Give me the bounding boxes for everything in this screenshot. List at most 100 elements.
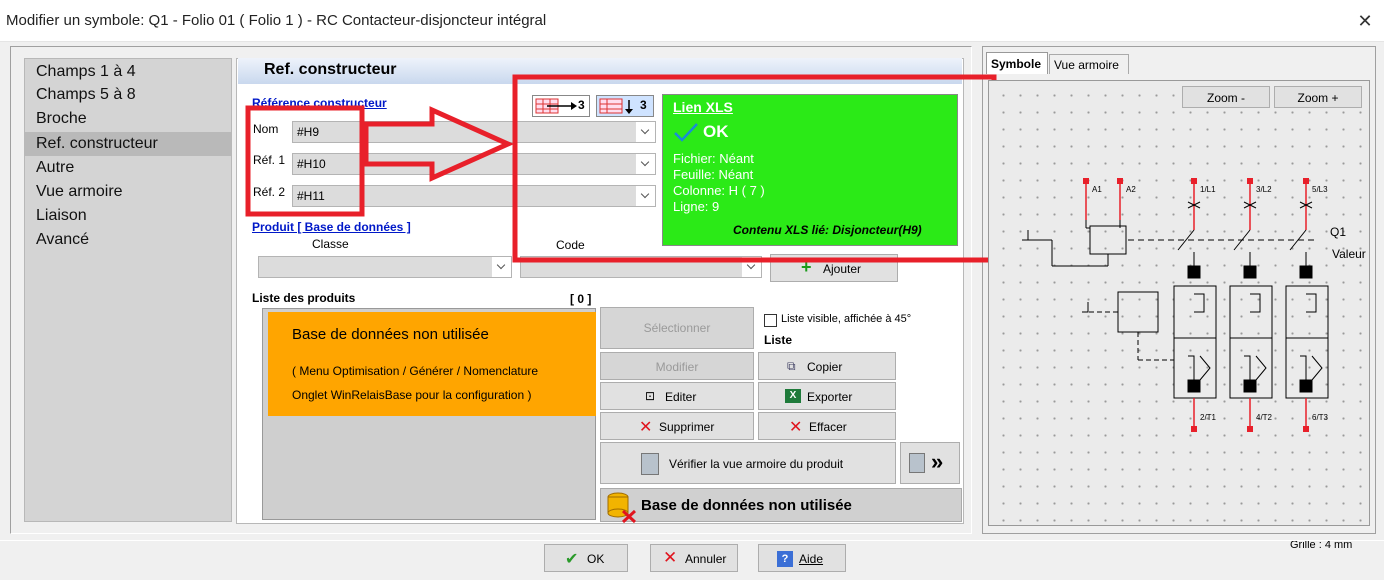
nav-item-champs-5-8[interactable]: Champs 5 à 8 — [36, 86, 136, 104]
delete-x-icon: ✕ — [639, 419, 653, 436]
db-status-bar: Base de données non utilisée — [600, 488, 962, 523]
nom-combo[interactable]: #H9 — [292, 121, 656, 143]
label-t1: 2/T1 — [1200, 413, 1217, 422]
classe-label: Classe — [312, 237, 349, 251]
edit-field-icon: ⊡ — [645, 389, 656, 403]
editer-button[interactable]: ⊡ Editer — [600, 382, 754, 410]
tab-vue-armoire[interactable]: Vue armoire — [1049, 54, 1129, 74]
nav-item-autre[interactable]: Autre — [36, 159, 74, 177]
double-chevron-right-icon: » — [931, 449, 944, 474]
annuler-label: Annuler — [685, 552, 727, 566]
liste-visible-checkbox[interactable] — [764, 314, 777, 327]
nom-value: #H9 — [297, 125, 320, 139]
section-title: Ref. constructeur — [264, 61, 397, 78]
footer-separator — [0, 540, 1384, 541]
effacer-label: Effacer — [809, 420, 847, 434]
reference-constructeur-link[interactable]: Référence constructeur — [252, 96, 387, 110]
chevron-down-icon[interactable] — [741, 257, 761, 277]
ref2-value: #H11 — [297, 189, 325, 203]
chevron-down-icon[interactable] — [635, 186, 655, 206]
checkmark-icon: ✔ — [565, 551, 579, 568]
clear-x-icon: ✕ — [789, 419, 803, 436]
produit-link[interactable]: Produit [ Base de données ] — [252, 220, 411, 234]
chevron-down-icon[interactable] — [635, 122, 655, 142]
copier-button[interactable]: ⧉ Copier — [758, 352, 896, 380]
nav-item-vue-armoire[interactable]: Vue armoire — [36, 183, 123, 201]
xls-status: OK — [703, 122, 729, 141]
copier-label: Copier — [807, 360, 843, 374]
xls-fichier: Fichier: Néant — [673, 151, 754, 166]
xls-contenu: Contenu XLS lié: Disjoncteur(H9) — [733, 223, 922, 237]
window-title: Modifier un symbole: Q1 - Folio 01 ( Fol… — [6, 12, 547, 29]
label-t2: 4/T2 — [1256, 413, 1273, 422]
db-unused-box: Base de données non utilisée ( Menu Opti… — [268, 312, 596, 416]
selectionner-button[interactable]: Sélectionner — [600, 307, 754, 349]
label-t3: 6/T3 — [1312, 413, 1329, 422]
label-l1: 1/L1 — [1200, 185, 1216, 194]
ajouter-label: Ajouter — [823, 262, 862, 276]
xls-ligne: Ligne: 9 — [673, 199, 720, 214]
aide-button[interactable]: ? Aide — [758, 544, 846, 572]
selectionner-label: Sélectionner — [643, 321, 711, 335]
ref1-combo[interactable]: #H10 — [292, 153, 656, 175]
effacer-button[interactable]: ✕ Effacer — [758, 412, 896, 440]
exporter-label: Exporter — [807, 390, 853, 404]
ajouter-button[interactable]: + Ajouter — [770, 254, 898, 282]
nom-label: Nom — [253, 122, 279, 136]
label-q1: Q1 — [1330, 225, 1346, 239]
fill-right-count: 3 — [578, 98, 585, 112]
chevron-down-icon[interactable] — [491, 257, 511, 277]
nav-item-liaison[interactable]: Liaison — [36, 207, 87, 225]
nav-item-ref-constructeur[interactable]: Ref. constructeur — [36, 135, 158, 153]
annuler-button[interactable]: ✕ Annuler — [650, 544, 738, 572]
verifier-label: Vérifier la vue armoire du produit — [669, 457, 844, 471]
supprimer-label: Supprimer — [659, 420, 715, 434]
verifier-vue-button[interactable]: Vérifier la vue armoire du produit — [600, 442, 896, 484]
ref2-label: Réf. 2 — [253, 185, 286, 199]
ok-button[interactable]: ✔ OK — [544, 544, 628, 572]
next-cabinet-button[interactable]: » — [900, 442, 960, 484]
nav-item-broche[interactable]: Broche — [36, 110, 87, 128]
liste-produits-label: Liste des produits — [252, 291, 356, 305]
plus-icon: + — [801, 257, 812, 277]
xls-colonne: Colonne: H ( 7 ) — [673, 183, 765, 198]
db-unused-line2: Onglet WinRelaisBase pour la configurati… — [292, 388, 532, 402]
liste-section-label: Liste — [764, 333, 793, 347]
chevron-down-icon[interactable] — [635, 154, 655, 174]
db-unused-line1: ( Menu Optimisation / Générer / Nomencla… — [292, 364, 539, 378]
cabinet-icon — [641, 453, 659, 475]
db-status-label: Base de données non utilisée — [641, 497, 852, 514]
label-valeur: Valeur — [1332, 247, 1366, 261]
cabinet-icon — [909, 453, 925, 473]
excel-icon: X — [785, 389, 801, 403]
aide-label: Aide — [799, 552, 824, 566]
code-combo[interactable] — [520, 256, 762, 278]
exporter-button[interactable]: X Exporter — [758, 382, 896, 410]
modifier-label: Modifier — [655, 360, 699, 374]
label-l3: 5/L3 — [1312, 185, 1328, 194]
fill-down-count: 3 — [640, 98, 647, 112]
close-button[interactable]: ✕ — [1350, 8, 1380, 34]
supprimer-button[interactable]: ✕ Supprimer — [600, 412, 754, 440]
nav-item-champs-1-4[interactable]: Champs 1 à 4 — [36, 63, 136, 81]
classe-combo[interactable] — [258, 256, 512, 278]
category-list: Champs 1 à 4 Champs 5 à 8 Broche Ref. co… — [24, 58, 232, 522]
ref2-combo[interactable]: #H11 — [292, 185, 656, 207]
ok-label: OK — [587, 552, 605, 566]
liste-visible-label: Liste visible, affichée à 45° — [781, 313, 912, 325]
copy-icon: ⧉ — [787, 359, 796, 373]
cancel-x-icon: ✕ — [663, 548, 678, 567]
modifier-button[interactable]: Modifier — [600, 352, 754, 380]
label-l2: 3/L2 — [1256, 185, 1272, 194]
tab-symbole[interactable]: Symbole — [986, 52, 1048, 74]
label-a2: A2 — [1126, 185, 1136, 194]
help-icon: ? — [777, 551, 793, 567]
label-a1: A1 — [1092, 185, 1102, 194]
ref1-label: Réf. 1 — [253, 153, 286, 167]
tab-symbole-label: Symbole — [991, 57, 1042, 71]
code-label: Code — [556, 238, 585, 252]
database-x-icon — [607, 492, 637, 523]
contactor-breaker-symbol: A1 A2 1/L1 3/L2 5/L3 2/T1 4/T2 6/T3 Q1 V… — [1022, 178, 1366, 432]
xls-feuille: Feuille: Néant — [673, 167, 754, 182]
nav-item-avance[interactable]: Avancé — [36, 231, 89, 249]
